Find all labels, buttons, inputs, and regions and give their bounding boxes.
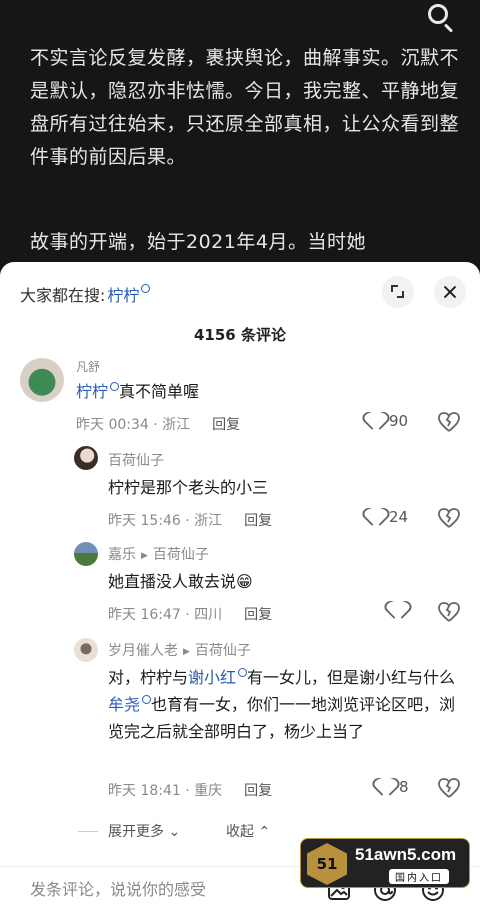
heart-icon (368, 413, 386, 430)
small-search-icon (238, 668, 248, 677)
comment-meta: 昨天 00:34 · 浙江 回复 (76, 417, 241, 433)
comment-input[interactable] (14, 872, 316, 910)
comment-sheet: 大家都在搜: 柠柠 4156 条评论 凡舒 柠柠 真不简单喔 昨天 00:34 ·… (0, 262, 480, 913)
comment-count: 4156 条评论 (194, 326, 286, 344)
watermark-entry: 国内入口 (389, 869, 449, 884)
comment-text: 柠柠是那个老头的小三 (108, 478, 269, 497)
hot-search-label: 大家都在搜: (20, 286, 106, 305)
reply-arrow-icon: ▶ (183, 647, 190, 657)
reply-button[interactable]: 回复 (212, 417, 240, 433)
like-button[interactable]: 90 (368, 412, 408, 430)
hot-search-keyword[interactable]: 柠柠 (107, 282, 139, 306)
reply-button[interactable]: 回复 (244, 607, 272, 623)
comment-item: 百荷仙子 柠柠是那个老头的小三 昨天 15:46 · 浙江 回复 24 (0, 444, 480, 534)
comment-meta: 昨天 15:46 · 浙江 回复 (108, 513, 273, 529)
avatar[interactable] (74, 638, 98, 662)
heart-icon (390, 602, 408, 619)
comment-username[interactable]: 岁月催人老 ▶ 百荷仙子 (108, 640, 251, 660)
comment-meta: 昨天 16:47 · 四川 回复 (108, 607, 273, 623)
hot-search[interactable]: 大家都在搜: 柠柠 (20, 282, 151, 306)
comment-item: 岁月催人老 ▶ 百荷仙子 对，柠柠与谢小红 有一女儿，但是谢小红与什么牟尧 也育有一女，… (0, 634, 480, 814)
article-paragraph-1: 不实言论反复发酵，裹挟舆论，曲解事实。沉默不是默认，隐忍亦非怯懦。今日，我完整、… (30, 47, 460, 168)
comment-item: 嘉乐 ▶ 百荷仙子 她直播没人敢去说😁 昨天 16:47 · 四川 回复 (0, 538, 480, 632)
collapse-button[interactable]: 收起 ⌃ (226, 821, 270, 841)
watermark-site: 51awn5.com (355, 845, 457, 864)
comment-item: 凡舒 柠柠 真不简单喔 昨天 00:34 · 浙江 回复 90 (0, 354, 480, 440)
chevron-up-icon: ⌃ (258, 824, 271, 840)
dislike-icon[interactable] (438, 508, 460, 528)
heart-icon (378, 779, 396, 796)
avatar[interactable] (20, 358, 64, 402)
comment-text: 她直播没人敢去说😁 (108, 572, 253, 591)
small-search-icon (142, 695, 152, 704)
comment-username[interactable]: 嘉乐 ▶ 百荷仙子 (108, 544, 209, 564)
comment-meta: 昨天 18:41 · 重庆 回复 (108, 783, 273, 799)
keyword-link[interactable]: 柠柠 (76, 382, 108, 401)
comment-username[interactable]: 百荷仙子 (108, 450, 164, 470)
sheet-header: 大家都在搜: 柠柠 (0, 262, 480, 324)
heart-icon (368, 509, 386, 526)
close-button[interactable] (434, 276, 466, 308)
avatar[interactable] (74, 446, 98, 470)
keyword-link[interactable]: 谢小红 (188, 668, 236, 687)
small-search-icon (110, 382, 120, 391)
reply-button[interactable]: 回复 (244, 513, 272, 529)
keyword-link[interactable]: 牟尧 (108, 695, 140, 714)
expand-more-button[interactable]: 展开更多 ⌄ (108, 821, 180, 841)
watermark-logo: 51 (307, 843, 347, 885)
dislike-icon[interactable] (438, 778, 460, 798)
like-button[interactable] (390, 602, 411, 619)
watermark-badge: 51 51awn5.com 国内入口 (300, 838, 470, 888)
dislike-icon[interactable] (438, 602, 460, 622)
like-button[interactable]: 8 (378, 778, 409, 796)
avatar[interactable] (74, 542, 98, 566)
reply-button[interactable]: 回复 (244, 783, 272, 799)
article-area: 不实言论反复发酵，裹挟舆论，曲解事实。沉默不是默认，隐忍亦非怯懦。今日，我完整、… (0, 0, 480, 270)
chevron-down-icon: ⌄ (168, 824, 181, 840)
dislike-icon[interactable] (438, 412, 460, 432)
like-button[interactable]: 24 (368, 508, 408, 526)
reply-arrow-icon: ▶ (141, 551, 148, 561)
search-icon[interactable] (424, 2, 458, 36)
comment-text: 柠柠 真不简单喔 (76, 382, 200, 401)
article-paragraph-2: 故事的开端，始于2021年4月。当时她 (30, 231, 366, 253)
collapse-sheet-button[interactable] (382, 276, 414, 308)
small-search-icon (141, 283, 151, 293)
comment-text: 对，柠柠与谢小红 有一女儿，但是谢小红与什么牟尧 也育有一女，你们一一地浏览评论区吧… (108, 668, 456, 741)
divider (78, 831, 98, 832)
comment-username[interactable]: 凡舒 (76, 358, 100, 375)
